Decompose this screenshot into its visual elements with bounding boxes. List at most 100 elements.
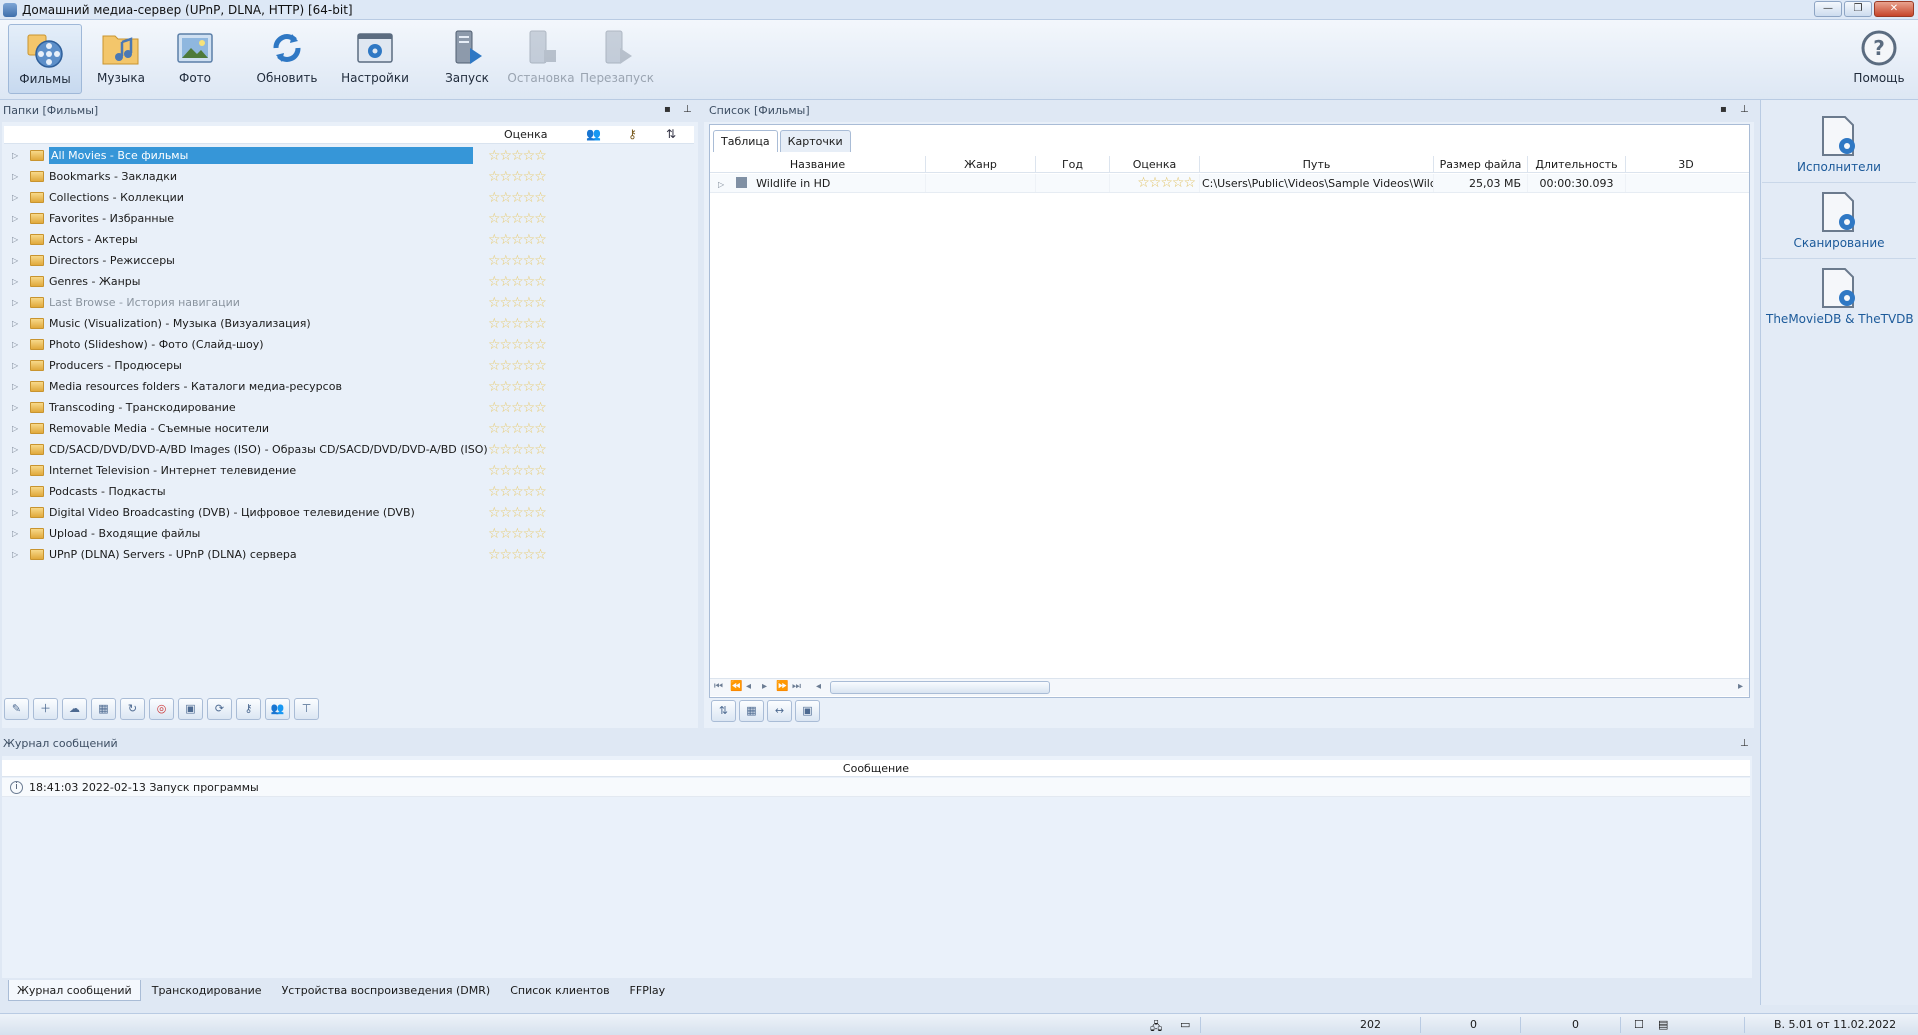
document-icon[interactable]: ▤ xyxy=(1658,1018,1668,1031)
photo-button[interactable]: Фото xyxy=(158,24,232,94)
expand-arrow-icon[interactable]: ▷ xyxy=(12,319,22,328)
expand-arrow-icon[interactable]: ▷ xyxy=(12,277,22,286)
tree-item[interactable]: ▷ Media resources folders - Каталоги меди… xyxy=(4,376,694,397)
next-icon[interactable]: ▸ xyxy=(762,681,767,692)
moviedb-button[interactable]: TheMovieDB & TheTVDB xyxy=(1766,260,1914,332)
rating-stars[interactable]: ☆☆☆☆☆ xyxy=(488,505,547,521)
row-rating-stars[interactable]: ☆☆☆☆☆ xyxy=(1110,174,1200,192)
filter-icon[interactable]: ⊤ xyxy=(294,698,319,720)
prev-icon[interactable]: ◂ xyxy=(746,681,751,692)
sort-column-icon[interactable]: ⇅ xyxy=(666,127,676,141)
col-genre[interactable]: Жанр xyxy=(926,156,1036,172)
start-button[interactable]: Запуск xyxy=(430,24,504,94)
tree-item[interactable]: ▷ Last Browse - История навигации ☆☆☆☆☆ xyxy=(4,292,694,313)
tree-item[interactable]: ▷ All Movies - Все фильмы ☆☆☆☆☆ xyxy=(4,145,694,166)
rating-stars[interactable]: ☆☆☆☆☆ xyxy=(488,169,547,185)
settings-button[interactable]: Настройки xyxy=(338,24,412,94)
tree-item[interactable]: ▷ Transcoding - Транскодирование ☆☆☆☆☆ xyxy=(4,397,694,418)
expand-arrow-icon[interactable]: ▷ xyxy=(12,403,22,412)
fit-columns-icon[interactable]: ↔ xyxy=(767,700,792,722)
grid-view-icon[interactable]: ▦ xyxy=(739,700,764,722)
rating-stars[interactable]: ☆☆☆☆☆ xyxy=(488,316,547,332)
expand-arrow-icon[interactable]: ▷ xyxy=(12,466,22,475)
expand-arrow-icon[interactable]: ▷ xyxy=(12,445,22,454)
expand-arrow-icon[interactable]: ▷ xyxy=(12,550,22,559)
col-year[interactable]: Год xyxy=(1036,156,1110,172)
log-entry[interactable]: i 18:41:03 2022-02-13 Запуск программы xyxy=(2,778,1750,797)
rating-stars[interactable]: ☆☆☆☆☆ xyxy=(488,463,547,479)
rating-stars[interactable]: ☆☆☆☆☆ xyxy=(488,232,547,248)
col-path[interactable]: Путь xyxy=(1200,156,1434,172)
expand-arrow-icon[interactable]: ▷ xyxy=(12,172,22,181)
rating-stars[interactable]: ☆☆☆☆☆ xyxy=(488,442,547,458)
list-horizontal-scrollbar[interactable]: ⏮ ⏪ ◂ ▸ ⏩ ⏭ ◂ ▸ xyxy=(710,678,1749,696)
tree-item[interactable]: ▷ Upload - Входящие файлы ☆☆☆☆☆ xyxy=(4,523,694,544)
expand-arrow-icon[interactable]: ▷ xyxy=(12,340,22,349)
expand-arrow-icon[interactable]: ▷ xyxy=(718,180,724,189)
folders-rating-column[interactable]: Оценка xyxy=(504,128,548,141)
tree-item[interactable]: ▷ Music (Visualization) - Музыка (Визуали… xyxy=(4,313,694,334)
music-button[interactable]: Музыка xyxy=(84,24,158,94)
key-icon[interactable]: ⚷ xyxy=(236,698,261,720)
rating-stars[interactable]: ☆☆☆☆☆ xyxy=(488,526,547,542)
last-page-icon[interactable]: ⏭ xyxy=(792,681,801,692)
tree-item[interactable]: ▷ Podcasts - Подкасты ☆☆☆☆☆ xyxy=(4,481,694,502)
rating-stars[interactable]: ☆☆☆☆☆ xyxy=(488,337,547,353)
maximize-button[interactable]: ❐ xyxy=(1844,1,1872,17)
tree-item[interactable]: ▷ Bookmarks - Закладки ☆☆☆☆☆ xyxy=(4,166,694,187)
tree-item[interactable]: ▷ Digital Video Broadcasting (DVB) - Цифр… xyxy=(4,502,694,523)
prev-page-icon[interactable]: ⏪ xyxy=(730,681,742,692)
expand-arrow-icon[interactable]: ▷ xyxy=(12,193,22,202)
col-3d[interactable]: 3D xyxy=(1626,156,1746,172)
folders-maximize-icon[interactable]: ▪ xyxy=(664,104,671,115)
next-page-icon[interactable]: ⏩ xyxy=(776,681,788,692)
expand-arrow-icon[interactable]: ▷ xyxy=(12,361,22,370)
expand-arrow-icon[interactable]: ▷ xyxy=(12,151,22,160)
tree-item[interactable]: ▷ Genres - Жанры ☆☆☆☆☆ xyxy=(4,271,694,292)
rating-stars[interactable]: ☆☆☆☆☆ xyxy=(488,253,547,269)
tree-item[interactable]: ▷ Photo (Slideshow) - Фото (Слайд-шоу) ☆☆☆… xyxy=(4,334,694,355)
close-button[interactable]: ✕ xyxy=(1874,1,1914,17)
scroll-left-icon[interactable]: ◂ xyxy=(816,681,821,692)
image-folder-icon[interactable]: ▦ xyxy=(91,698,116,720)
help-button[interactable]: ? Помощь xyxy=(1842,24,1916,94)
tree-item[interactable]: ▷ Actors - Актеры ☆☆☆☆☆ xyxy=(4,229,694,250)
log-column-header[interactable]: Сообщение xyxy=(2,760,1750,777)
tree-item[interactable]: ▷ Internet Television - Интернет телевиде… xyxy=(4,460,694,481)
rating-stars[interactable]: ☆☆☆☆☆ xyxy=(488,148,547,164)
sort-icon[interactable]: ⇅ xyxy=(711,700,736,722)
expand-arrow-icon[interactable]: ▷ xyxy=(12,529,22,538)
table-row[interactable]: ▷ Wildlife in HD ☆☆☆☆☆ C:\Users\Public\V… xyxy=(710,174,1749,193)
tree-item[interactable]: ▷ UPnP (DLNA) Servers - UPnP (DLNA) серве… xyxy=(4,544,694,565)
refresh-folder-icon[interactable]: ↻ xyxy=(120,698,145,720)
rating-stars[interactable]: ☆☆☆☆☆ xyxy=(488,547,547,563)
tab-table[interactable]: Таблица xyxy=(713,130,778,152)
cloud-icon[interactable]: ☁ xyxy=(62,698,87,720)
tree-item[interactable]: ▷ Directors - Режиссеры ☆☆☆☆☆ xyxy=(4,250,694,271)
key-column-icon[interactable]: ⚷ xyxy=(628,127,637,141)
rating-stars[interactable]: ☆☆☆☆☆ xyxy=(488,274,547,290)
expand-arrow-icon[interactable]: ▷ xyxy=(12,508,22,517)
expand-arrow-icon[interactable]: ▷ xyxy=(12,298,22,307)
lifebuoy-icon[interactable]: ◎ xyxy=(149,698,174,720)
screen-icon[interactable]: ▭ xyxy=(1180,1018,1190,1031)
tree-item[interactable]: ▷ Collections - Коллекции ☆☆☆☆☆ xyxy=(4,187,694,208)
restart-button[interactable]: Перезапуск xyxy=(580,24,654,94)
tab-cards[interactable]: Карточки xyxy=(779,130,851,152)
expand-arrow-icon[interactable]: ▷ xyxy=(12,214,22,223)
tab-dmr-devices[interactable]: Устройства воспроизведения (DMR) xyxy=(273,980,500,1001)
rating-stars[interactable]: ☆☆☆☆☆ xyxy=(488,190,547,206)
minimize-button[interactable]: — xyxy=(1814,1,1842,17)
tree-item[interactable]: ▷ Removable Media - Съемные носители ☆☆☆☆☆ xyxy=(4,418,694,439)
rating-stars[interactable]: ☆☆☆☆☆ xyxy=(488,484,547,500)
checkbox-icon[interactable]: ☐ xyxy=(1634,1018,1644,1031)
rating-stars[interactable]: ☆☆☆☆☆ xyxy=(488,295,547,311)
rating-stars[interactable]: ☆☆☆☆☆ xyxy=(488,358,547,374)
expand-arrow-icon[interactable]: ▷ xyxy=(12,382,22,391)
users-icon[interactable]: 👥 xyxy=(265,698,290,720)
save-list-icon[interactable]: ▣ xyxy=(795,700,820,722)
scroll-right-icon[interactable]: ▸ xyxy=(1738,681,1743,692)
expand-arrow-icon[interactable]: ▷ xyxy=(12,235,22,244)
scanning-button[interactable]: Сканирование xyxy=(1766,184,1912,256)
list-pin-icon[interactable]: ⊥ xyxy=(1740,104,1749,115)
